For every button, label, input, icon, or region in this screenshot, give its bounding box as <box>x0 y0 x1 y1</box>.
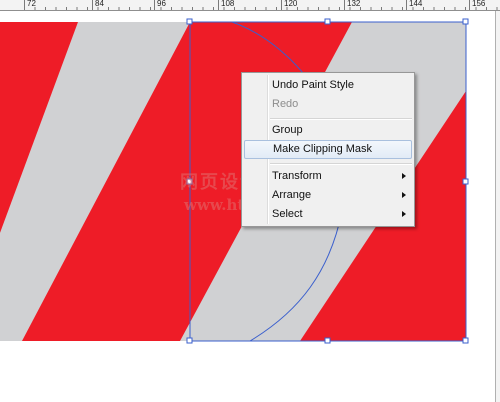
menu-item-label: Arrange <box>272 189 312 201</box>
menu-item-make-clipping-mask[interactable]: Make Clipping Mask <box>244 140 412 159</box>
menu-item-redo[interactable]: Redo <box>244 95 412 114</box>
menu-separator <box>270 118 412 120</box>
horizontal-ruler[interactable]: 72 84 96 108 120 132 144 156 <box>0 0 500 11</box>
menu-item-label: Select <box>272 208 303 220</box>
menu-item-select[interactable]: Select <box>244 205 412 224</box>
submenu-arrow-icon <box>402 192 406 198</box>
submenu-arrow-icon <box>402 211 406 217</box>
menu-item-label: Redo <box>272 98 299 110</box>
menu-item-undo-paint-style[interactable]: Undo Paint Style <box>244 76 412 95</box>
menu-item-label: Undo Paint Style <box>272 79 354 91</box>
submenu-arrow-icon <box>402 173 406 179</box>
menu-item-group[interactable]: Group <box>244 121 412 140</box>
context-menu[interactable]: Undo Paint Style Redo Group Make Clippin… <box>241 72 415 227</box>
menu-item-label: Transform <box>272 170 322 182</box>
menu-item-transform[interactable]: Transform <box>244 167 412 186</box>
menu-separator <box>270 163 412 165</box>
ruler-minor-ticks <box>24 7 500 10</box>
menu-item-label: Group <box>272 124 303 136</box>
menu-item-arrange[interactable]: Arrange <box>244 186 412 205</box>
menu-item-label: Make Clipping Mask <box>273 143 373 155</box>
vertical-ruler[interactable] <box>495 11 500 402</box>
